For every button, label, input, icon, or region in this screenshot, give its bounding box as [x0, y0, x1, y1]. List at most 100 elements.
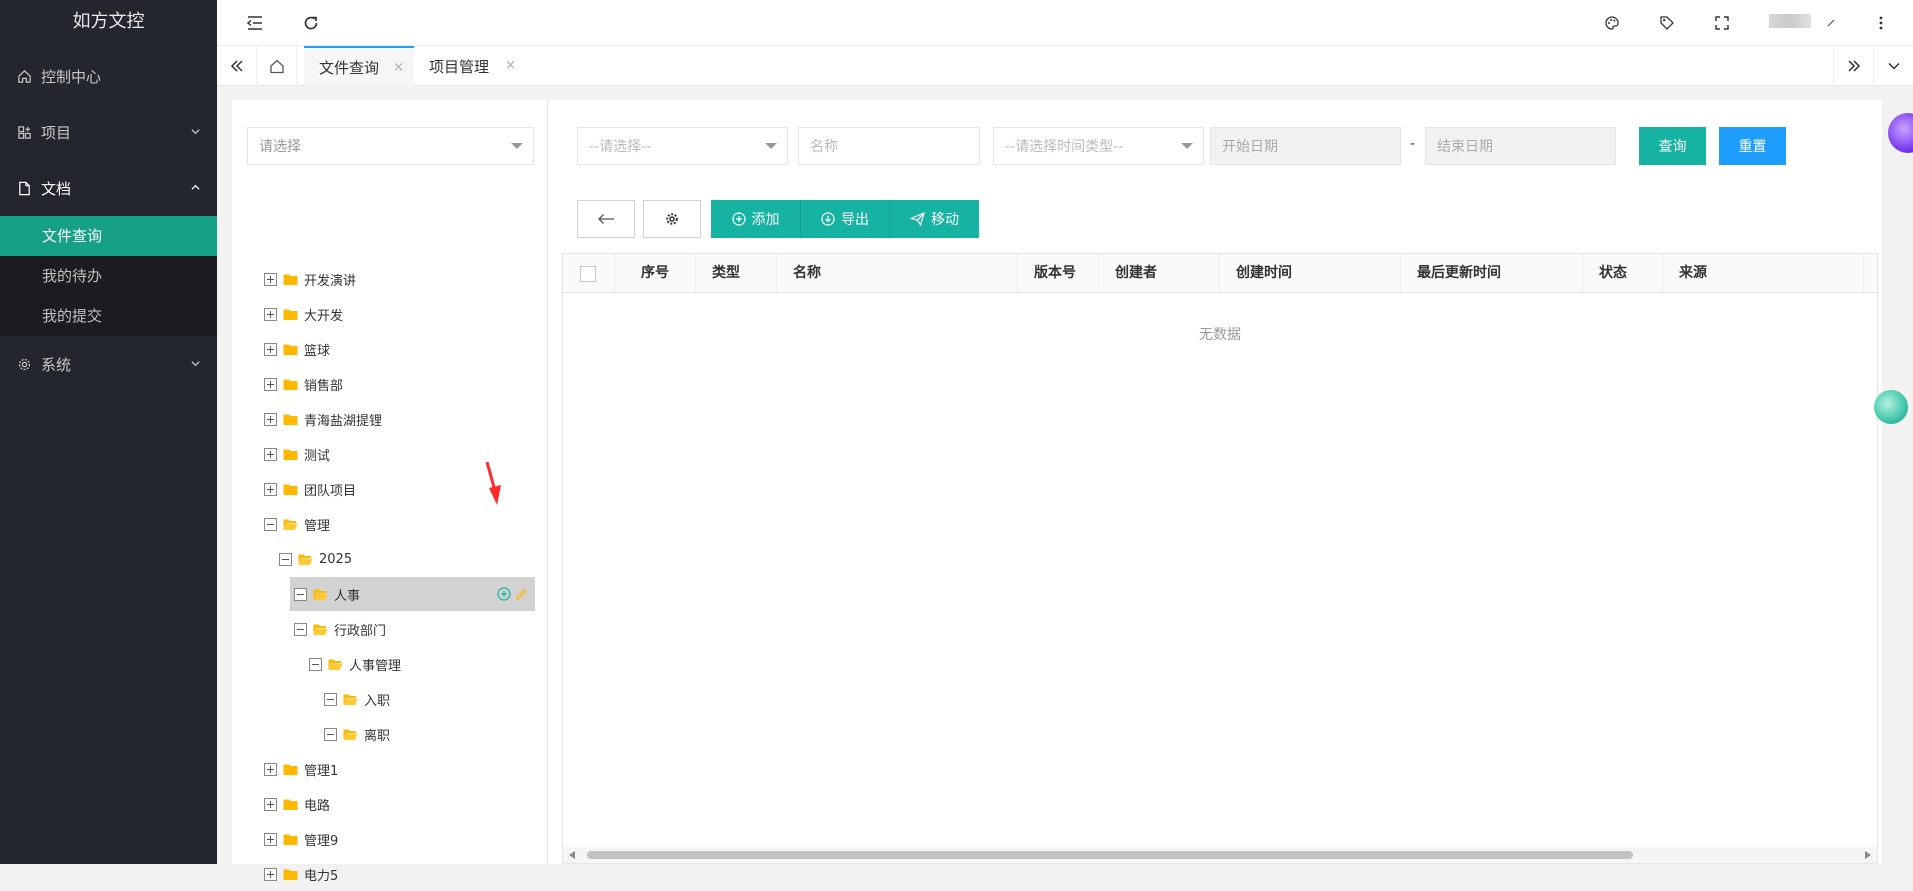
- tab-label: 文件查询: [319, 58, 380, 77]
- tree-node[interactable]: 开发演讲: [264, 262, 356, 296]
- collapse-toggle-icon[interactable]: [294, 587, 307, 601]
- tab-home[interactable]: [257, 46, 297, 86]
- edit-node-icon[interactable]: [515, 587, 527, 601]
- name-input[interactable]: 名称: [798, 127, 980, 165]
- caret-down-icon: [765, 143, 777, 149]
- tree-node[interactable]: 电路: [264, 787, 330, 821]
- collapse-toggle-icon[interactable]: [279, 552, 292, 566]
- settings-button[interactable]: [643, 200, 701, 238]
- sidebar-item-my-submissions[interactable]: 我的提交: [0, 296, 217, 336]
- sidebar-item-documents[interactable]: 文档: [0, 160, 217, 216]
- sidebar-item-label: 控制中心: [41, 67, 102, 86]
- helper-float-icon[interactable]: [1874, 390, 1908, 424]
- sidebar-item-system[interactable]: 系统: [0, 336, 217, 392]
- tree-node[interactable]: 管理: [264, 507, 330, 541]
- assistant-float-icon[interactable]: [1888, 113, 1913, 153]
- expand-toggle-icon[interactable]: [264, 342, 277, 356]
- export-button[interactable]: 导出: [800, 200, 889, 238]
- tabs-scroll-right-button[interactable]: [1833, 46, 1873, 86]
- tree-node[interactable]: 青海盐湖提锂: [264, 402, 382, 436]
- refresh-button[interactable]: [299, 11, 323, 35]
- tree-node[interactable]: 入职: [324, 682, 390, 716]
- collapse-toggle-icon[interactable]: [264, 517, 277, 531]
- tree-node[interactable]: 人事管理: [309, 647, 401, 681]
- tree-node[interactable]: 电力5: [264, 857, 338, 891]
- user-avatar-name[interactable]: [1769, 14, 1811, 28]
- gear-icon: [666, 213, 678, 225]
- expand-toggle-icon[interactable]: [264, 412, 277, 426]
- tree-node[interactable]: 篮球: [264, 332, 330, 366]
- tree-node[interactable]: 2025: [279, 542, 352, 576]
- expand-toggle-icon[interactable]: [264, 832, 277, 846]
- tab-file-search[interactable]: 文件查询 ×: [304, 46, 414, 86]
- column-header-source[interactable]: 来源: [1663, 254, 1864, 293]
- select-all-checkbox[interactable]: [580, 266, 596, 282]
- column-header-name[interactable]: 名称: [777, 254, 1018, 293]
- tag-button[interactable]: [1655, 11, 1679, 35]
- tree-select[interactable]: 请选择: [247, 127, 534, 165]
- column-header-creator[interactable]: 创建者: [1099, 254, 1220, 293]
- scrollbar-thumb[interactable]: [587, 851, 1633, 859]
- tab-close-icon[interactable]: ×: [505, 58, 516, 73]
- expand-toggle-icon[interactable]: [264, 447, 277, 461]
- sidebar-item-control-center[interactable]: 控制中心: [0, 48, 217, 104]
- tree-node[interactable]: 测试: [264, 437, 330, 471]
- fullscreen-button[interactable]: [1710, 11, 1734, 35]
- tree-node[interactable]: 团队项目: [264, 472, 356, 506]
- reset-button[interactable]: 重置: [1719, 127, 1786, 165]
- scroll-left-arrow-icon[interactable]: [569, 851, 575, 859]
- column-header-status[interactable]: 状态: [1583, 254, 1663, 293]
- collapse-toggle-icon[interactable]: [294, 622, 307, 636]
- column-header-type[interactable]: 类型: [696, 254, 777, 293]
- add-button[interactable]: 添加: [711, 200, 800, 238]
- more-options-button[interactable]: [1869, 11, 1893, 35]
- user-menu-caret[interactable]: [1819, 11, 1843, 35]
- column-header-created-time[interactable]: 创建时间: [1220, 254, 1401, 293]
- collapse-toggle-icon[interactable]: [309, 657, 322, 671]
- end-date-placeholder: 结束日期: [1437, 139, 1493, 155]
- chevron-up-icon: [191, 184, 200, 190]
- tree-node[interactable]: 离职: [324, 717, 390, 751]
- time-type-select[interactable]: --请选择时间类型--: [993, 127, 1204, 165]
- expand-toggle-icon[interactable]: [264, 867, 277, 881]
- scroll-right-arrow-icon[interactable]: [1865, 851, 1871, 859]
- expand-toggle-icon[interactable]: [264, 797, 277, 811]
- tab-close-icon[interactable]: ×: [393, 60, 404, 75]
- tree-node[interactable]: 管理1: [264, 752, 338, 786]
- caret-down-icon: [1181, 143, 1193, 149]
- start-date-input[interactable]: 开始日期: [1210, 127, 1401, 165]
- move-button-label: 移动: [931, 212, 959, 228]
- expand-toggle-icon[interactable]: [264, 762, 277, 776]
- collapse-toggle-icon[interactable]: [324, 727, 337, 741]
- tree-node[interactable]: 管理9: [264, 822, 338, 856]
- tabs-scroll-left-button[interactable]: [217, 46, 257, 86]
- column-header-updated-time[interactable]: 最后更新时间: [1401, 254, 1583, 293]
- end-date-input[interactable]: 结束日期: [1425, 127, 1616, 165]
- tab-project-management[interactable]: 项目管理 ×: [414, 46, 526, 86]
- sidebar-item-project[interactable]: 项目: [0, 104, 217, 160]
- tree-node[interactable]: 行政部门: [294, 612, 386, 646]
- theme-button[interactable]: [1600, 11, 1624, 35]
- chevron-down-icon: [191, 361, 200, 367]
- sidebar-item-my-todo[interactable]: 我的待办: [0, 256, 217, 296]
- move-button[interactable]: 移动: [889, 200, 979, 238]
- horizontal-scrollbar[interactable]: [563, 847, 1877, 863]
- column-header-index[interactable]: 序号: [615, 254, 696, 293]
- add-node-icon[interactable]: [497, 587, 511, 601]
- column-header-version[interactable]: 版本号: [1018, 254, 1099, 293]
- tree-node[interactable]: 销售部: [264, 367, 343, 401]
- collapse-menu-button[interactable]: [243, 11, 267, 35]
- tabs-menu-button[interactable]: [1873, 46, 1913, 86]
- back-button[interactable]: [577, 200, 635, 238]
- category-select[interactable]: --请选择--: [577, 127, 788, 165]
- collapse-toggle-icon[interactable]: [324, 692, 337, 706]
- expand-toggle-icon[interactable]: [264, 272, 277, 286]
- expand-toggle-icon[interactable]: [264, 377, 277, 391]
- sidebar-item-file-search[interactable]: 文件查询: [0, 216, 217, 256]
- tree-node[interactable]: 大开发: [264, 297, 343, 331]
- expand-toggle-icon[interactable]: [264, 307, 277, 321]
- tree-node[interactable]: 人事: [290, 577, 535, 611]
- expand-toggle-icon[interactable]: [264, 482, 277, 496]
- search-button[interactable]: 查询: [1639, 127, 1706, 165]
- top-bar: [217, 0, 1913, 46]
